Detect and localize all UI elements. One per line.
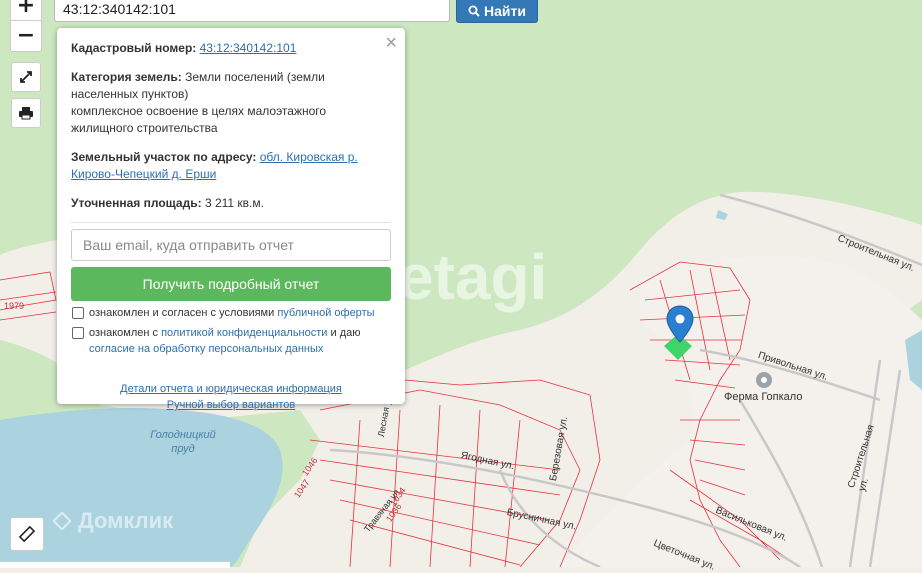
offer-consent-text: ознакомлен и согласен с условиями	[89, 307, 275, 319]
cadastral-number-link[interactable]: 43:12:340142:101	[200, 41, 297, 55]
farm-poi-icon	[756, 372, 772, 388]
privacy-consent-text: ознакомлен с	[89, 327, 159, 339]
privacy-consent-checkbox[interactable]: ознакомлен с политикой конфиденциальност…	[71, 325, 391, 357]
domclick-logo-icon	[52, 511, 72, 531]
privacy-consent-label: ознакомлен с политикой конфиденциальност…	[89, 325, 361, 357]
fullscreen-button[interactable]	[11, 62, 41, 92]
cadastral-search-input[interactable]: 43:12:340142:101	[54, 0, 450, 22]
popup-footer-links: Детали отчета и юридическая информация Р…	[71, 381, 391, 413]
ruler-button[interactable]	[10, 517, 44, 551]
offer-consent-checkbox[interactable]: ознакомлен и согласен с условиями публич…	[71, 305, 391, 321]
manual-selection-link[interactable]: Ручной выбор вариантов	[167, 399, 295, 411]
etagi-watermark: etagi	[398, 241, 548, 313]
offer-consent-label: ознакомлен и согласен с условиями публич…	[89, 305, 375, 321]
area-row: Уточненная площадь: 3 211 кв.м.	[71, 195, 391, 212]
ruler-icon	[18, 525, 36, 543]
close-icon[interactable]: ×	[385, 33, 397, 53]
parcel-info-popup: × Кадастровый номер: 43:12:340142:101 Ка…	[57, 28, 405, 411]
zoom-out-button[interactable]: −	[11, 19, 41, 51]
land-category-row: Категория земель: Земли поселений (земли…	[71, 69, 391, 137]
checkbox-privacy[interactable]	[72, 327, 84, 339]
email-input[interactable]: Ваш email, куда отправить отчет	[71, 229, 391, 261]
area-label: Уточненная площадь:	[71, 196, 202, 210]
privacy-policy-link[interactable]: политикой конфиденциальности	[161, 327, 327, 339]
domclick-watermark: Домклик	[52, 508, 173, 534]
cadastral-number-row: Кадастровый номер: 43:12:340142:101	[71, 40, 391, 57]
checkbox-offer[interactable]	[72, 307, 84, 319]
area-value: 3 211 кв.м.	[204, 196, 264, 210]
land-use-value: комплексное освоение в целях малоэтажног…	[71, 104, 327, 135]
search-icon	[468, 5, 480, 17]
expand-icon	[20, 71, 32, 83]
zoom-control: + −	[10, 0, 42, 52]
parcel-number-label: 1979	[4, 301, 25, 311]
privacy-consent-text-2: и даю	[330, 327, 361, 339]
divider	[71, 222, 391, 223]
search-button-label: Найти	[484, 2, 526, 19]
address-label: Земельный участок по адресу:	[71, 150, 257, 164]
public-offer-link[interactable]: публичной оферты	[277, 307, 374, 319]
address-row: Земельный участок по адресу: обл. Кировс…	[71, 149, 391, 183]
get-report-button[interactable]: Получить подробный отчет	[71, 267, 391, 301]
land-category-label: Категория земель:	[71, 70, 182, 84]
personal-data-consent-link[interactable]: согласие на обработку персональных данны…	[89, 343, 323, 355]
zoom-in-button[interactable]: +	[11, 0, 41, 20]
farm-label: Ферма Гопкало	[724, 391, 803, 403]
print-button[interactable]	[11, 98, 41, 128]
pond-label: Голодницкий пруд	[150, 429, 216, 455]
printer-icon	[19, 107, 33, 120]
report-details-link[interactable]: Детали отчета и юридическая информация	[120, 383, 342, 395]
search-button[interactable]: Найти	[456, 0, 538, 23]
cadastral-number-label: Кадастровый номер:	[71, 41, 197, 55]
